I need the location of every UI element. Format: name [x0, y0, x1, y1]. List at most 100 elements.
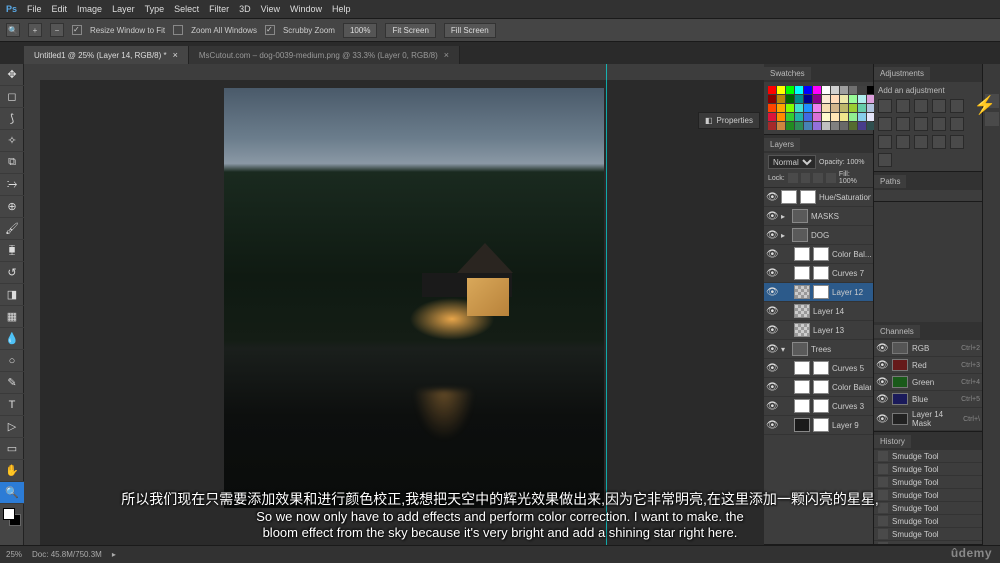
fit-screen-button[interactable]: Fit Screen — [385, 23, 435, 38]
swatch-color[interactable] — [849, 122, 857, 130]
swatch-color[interactable] — [786, 113, 794, 121]
swatch-color[interactable] — [777, 104, 785, 112]
menu-edit[interactable]: Edit — [52, 4, 68, 14]
status-arrow-icon[interactable]: ▸ — [112, 550, 116, 559]
shape-tool[interactable]: ▭ — [0, 438, 24, 460]
adjustments-tab[interactable]: Adjustments — [874, 67, 930, 80]
visibility-toggle-icon[interactable]: 👁 — [766, 287, 778, 298]
layer-thumbnail[interactable] — [794, 323, 810, 337]
doc-size[interactable]: Doc: 45.8M/750.3M — [32, 550, 102, 559]
swatch-color[interactable] — [840, 113, 848, 121]
lock-transparent-icon[interactable] — [788, 173, 798, 183]
swatch-color[interactable] — [813, 104, 821, 112]
swatch-color[interactable] — [831, 122, 839, 130]
path-select-tool[interactable]: ▷ — [0, 416, 24, 438]
layer-row[interactable]: 👁▸DOG — [764, 226, 873, 245]
visibility-toggle-icon[interactable]: 👁 — [766, 344, 778, 355]
layer-thumbnail[interactable] — [794, 285, 810, 299]
scrubby-zoom-checkbox[interactable] — [265, 25, 275, 35]
zoom-all-checkbox[interactable] — [173, 25, 183, 35]
mask-thumbnail[interactable] — [813, 285, 829, 299]
visibility-toggle-icon[interactable]: 👁 — [766, 382, 778, 393]
swatch-color[interactable] — [831, 86, 839, 94]
layer-row[interactable]: 👁Layer 9 — [764, 416, 873, 435]
swatch-color[interactable] — [795, 113, 803, 121]
layer-name-label[interactable]: Hue/Saturation 1 — [819, 193, 871, 202]
swatch-color[interactable] — [813, 122, 821, 130]
lock-pixels-icon[interactable] — [801, 173, 811, 183]
visibility-toggle-icon[interactable]: 👁 — [766, 420, 778, 431]
layer-thumbnail[interactable] — [794, 399, 810, 413]
layer-row[interactable]: 👁Curves 7 — [764, 264, 873, 283]
channel-row[interactable]: 👁BlueCtrl+5 — [874, 391, 982, 408]
layer-name-label[interactable]: Layer 12 — [832, 288, 871, 297]
swatch-color[interactable] — [849, 104, 857, 112]
mask-thumbnail[interactable] — [813, 361, 829, 375]
layer-row[interactable]: 👁Curves 5 — [764, 359, 873, 378]
swatch-color[interactable] — [768, 122, 776, 130]
layer-name-label[interactable]: Trees — [811, 345, 871, 354]
adjustment-preset-icon[interactable] — [878, 135, 892, 149]
swatch-color[interactable] — [858, 104, 866, 112]
layer-thumbnail[interactable] — [794, 266, 810, 280]
layer-name-label[interactable]: MASKS — [811, 212, 871, 221]
swatch-color[interactable] — [804, 122, 812, 130]
swatch-color[interactable] — [786, 104, 794, 112]
mask-thumbnail[interactable] — [800, 190, 816, 204]
swatch-color[interactable] — [858, 86, 866, 94]
swatch-color[interactable] — [849, 113, 857, 121]
swatch-color[interactable] — [768, 86, 776, 94]
adjustment-preset-icon[interactable] — [878, 99, 892, 113]
layers-tab[interactable]: Layers — [764, 138, 800, 151]
channel-row[interactable]: 👁Layer 14 MaskCtrl+\ — [874, 408, 982, 431]
swatch-color[interactable] — [804, 86, 812, 94]
visibility-toggle-icon[interactable]: 👁 — [766, 325, 778, 336]
canvas-area[interactable]: ◧ Properties — [24, 64, 764, 545]
swatch-color[interactable] — [777, 113, 785, 121]
visibility-toggle-icon[interactable]: 👁 — [766, 401, 778, 412]
pen-tool[interactable]: ✎ — [0, 372, 24, 394]
zoom-tool-icon[interactable]: 🔍 — [6, 23, 20, 37]
channel-row[interactable]: 👁GreenCtrl+4 — [874, 374, 982, 391]
swatch-color[interactable] — [813, 86, 821, 94]
menu-layer[interactable]: Layer — [112, 4, 135, 14]
swatch-color[interactable] — [831, 95, 839, 103]
swatch-color[interactable] — [831, 113, 839, 121]
menu-view[interactable]: View — [261, 4, 280, 14]
swatch-color[interactable] — [777, 86, 785, 94]
ruler-vertical[interactable] — [24, 80, 40, 545]
swatch-color[interactable] — [849, 95, 857, 103]
swatch-color[interactable] — [777, 122, 785, 130]
visibility-toggle-icon[interactable]: 👁 — [766, 230, 778, 241]
visibility-toggle-icon[interactable]: 👁 — [766, 306, 778, 317]
swatch-color[interactable] — [786, 122, 794, 130]
visibility-toggle-icon[interactable]: 👁 — [766, 211, 778, 222]
swatch-color[interactable] — [804, 113, 812, 121]
paths-tab[interactable]: Paths — [874, 175, 906, 188]
healing-brush-tool[interactable]: ⊕ — [0, 196, 24, 218]
visibility-toggle-icon[interactable]: 👁 — [766, 192, 778, 203]
swatch-color[interactable] — [804, 95, 812, 103]
layer-name-label[interactable]: Layer 13 — [813, 326, 871, 335]
document-tab-2[interactable]: MsCutout.com – dog-0039-medium.png @ 33.… — [189, 46, 460, 64]
magic-wand-tool[interactable]: ✧ — [0, 130, 24, 152]
lasso-tool[interactable]: ⟆ — [0, 108, 24, 130]
mask-thumbnail[interactable] — [813, 247, 829, 261]
channels-tab[interactable]: Channels — [874, 325, 920, 338]
channel-row[interactable]: 👁RedCtrl+3 — [874, 357, 982, 374]
layer-thumbnail[interactable] — [794, 304, 810, 318]
adjustment-preset-icon[interactable] — [878, 117, 892, 131]
hand-tool[interactable]: ✋ — [0, 460, 24, 482]
ruler-origin[interactable] — [24, 64, 40, 80]
swatch-color[interactable] — [822, 86, 830, 94]
type-tool[interactable]: T — [0, 394, 24, 416]
layer-row[interactable]: 👁Color Bal... — [764, 245, 873, 264]
lock-position-icon[interactable] — [813, 173, 823, 183]
swatch-color[interactable] — [858, 113, 866, 121]
swatch-color[interactable] — [786, 86, 794, 94]
adjustment-preset-icon[interactable] — [896, 135, 910, 149]
visibility-toggle-icon[interactable]: 👁 — [876, 377, 888, 388]
fill-label[interactable]: Fill: 100% — [839, 171, 869, 185]
brush-tool[interactable]: 🖌 — [0, 218, 24, 240]
channel-row[interactable]: 👁RGBCtrl+2 — [874, 340, 982, 357]
